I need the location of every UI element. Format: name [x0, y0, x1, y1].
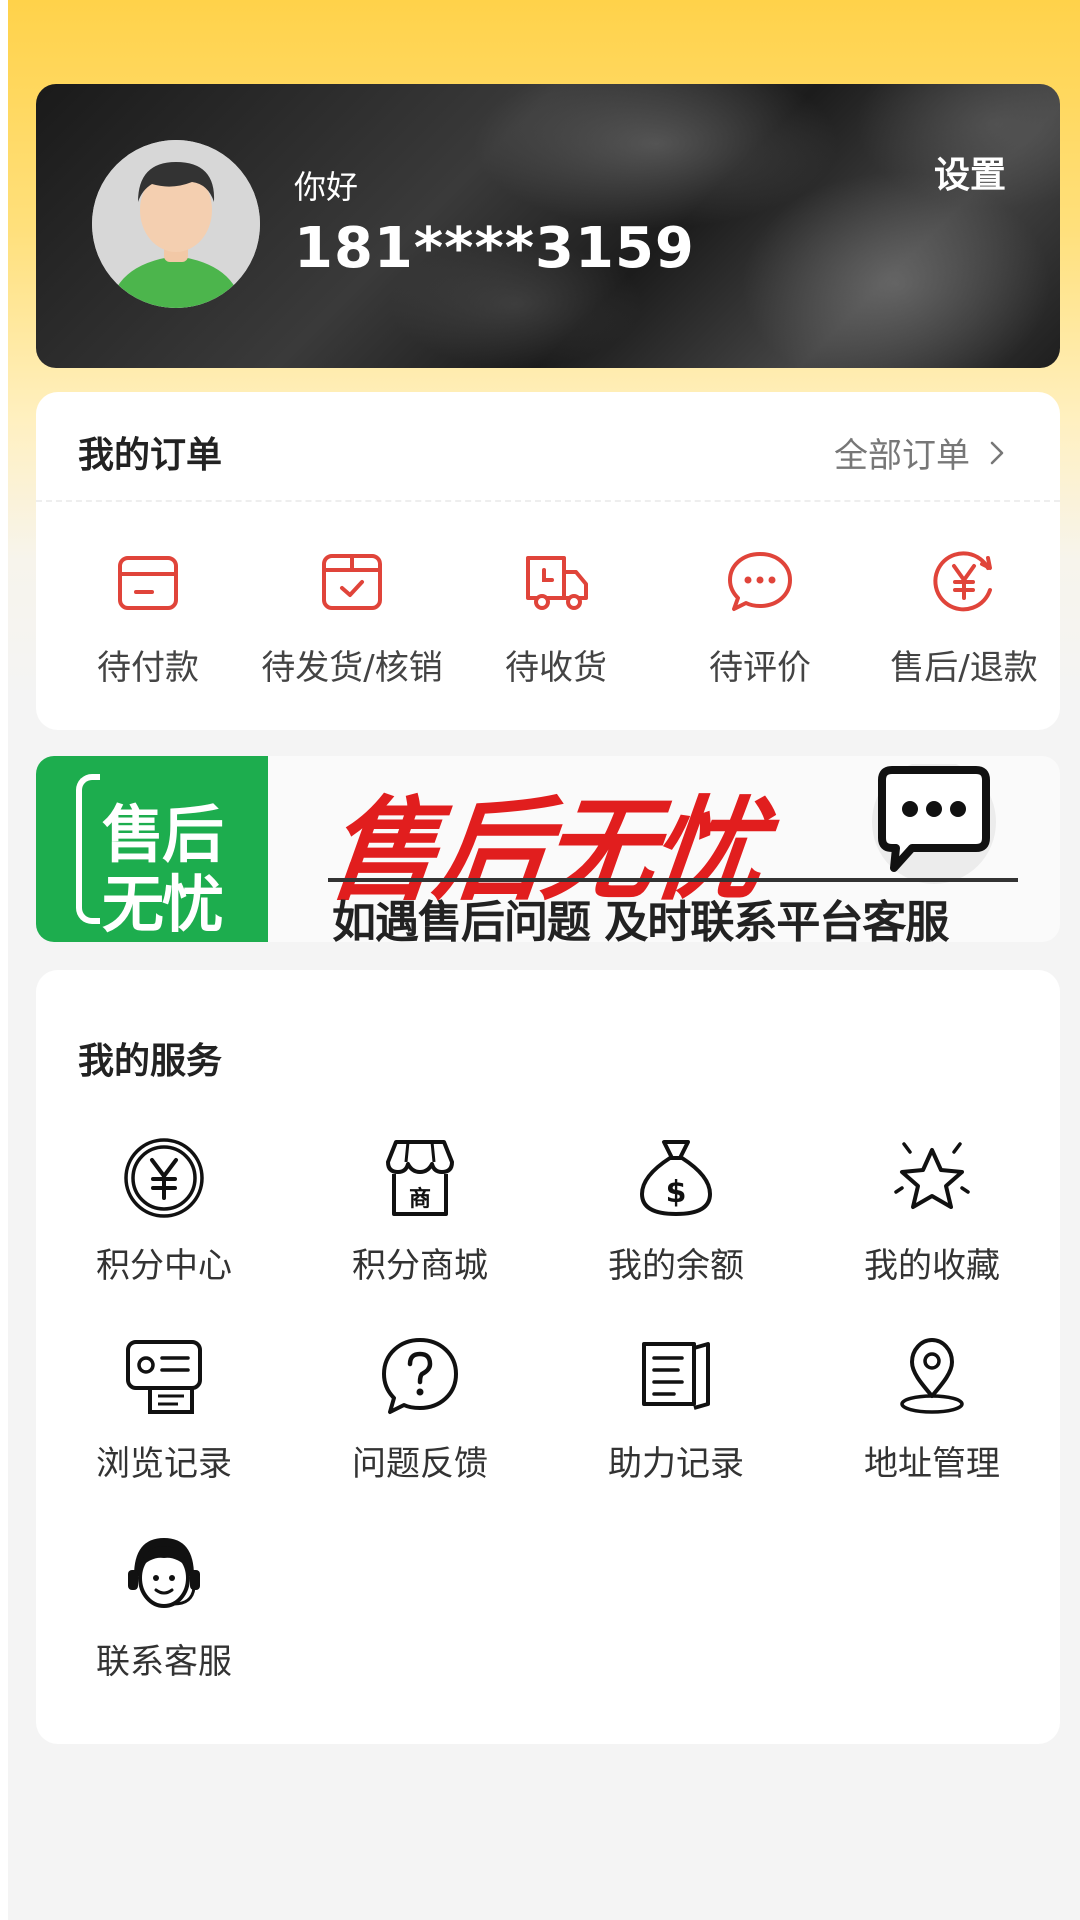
truck-icon	[526, 556, 588, 610]
service-label: 我的收藏	[864, 1246, 1000, 1286]
order-label: 售后/退款	[890, 648, 1038, 688]
service-label: 联系客服	[96, 1642, 232, 1682]
headset-agent-icon	[128, 1538, 200, 1608]
order-label: 待评价	[709, 648, 811, 688]
service-label: 我的余额	[608, 1246, 744, 1286]
service-label: 积分商城	[352, 1246, 488, 1286]
service-feedback[interactable]: 问题反馈	[292, 1334, 548, 1485]
book-icon	[642, 1342, 710, 1410]
settings-button[interactable]: 设置	[934, 146, 1006, 198]
page-background: 你好 181****3159 设置 我的订单 全部订单 待付款 待发货/核销 待…	[8, 0, 1080, 1920]
calendar-check-icon	[322, 554, 382, 610]
order-label: 待发货/核销	[261, 648, 443, 688]
chat-bubble-icon	[872, 764, 996, 884]
service-label: 浏览记录	[96, 1444, 232, 1484]
service-address-management[interactable]: 地址管理	[804, 1334, 1060, 1485]
question-bubble-icon	[382, 1338, 458, 1414]
star-icon	[894, 1142, 970, 1209]
phone-number: 181****3159	[294, 216, 695, 281]
service-label: 地址管理	[864, 1444, 1000, 1484]
service-points-mall[interactable]: 商 积分商城	[292, 1136, 548, 1287]
yen-coin-icon	[124, 1138, 204, 1218]
all-orders-link[interactable]: 全部订单	[834, 428, 1010, 477]
greeting-text: 你好	[294, 168, 359, 206]
wallet-icon	[118, 556, 178, 610]
service-label: 积分中心	[96, 1246, 232, 1286]
banner-bracket	[76, 774, 100, 924]
my-orders-card: 我的订单 全部订单 待付款 待发货/核销 待收货 待评价 售后/退款	[36, 392, 1060, 730]
svg-text:商: 商	[409, 1186, 431, 1212]
user-avatar-icon	[92, 140, 260, 308]
service-label: 助力记录	[608, 1444, 744, 1484]
after-sales-banner[interactable]: 售后 无忧 售后无忧 如遇售后问题 及时联系平台客服	[36, 756, 1060, 942]
all-orders-label: 全部订单	[834, 436, 970, 476]
banner-divider	[328, 878, 1018, 882]
service-assist-records[interactable]: 助力记录	[548, 1334, 804, 1485]
id-card-icon	[126, 1340, 202, 1414]
badge-line2: 无忧	[102, 868, 224, 941]
chat-dots-icon	[728, 552, 792, 611]
location-pin-icon	[900, 1338, 964, 1414]
shop-icon: 商	[386, 1140, 454, 1216]
service-contact-support[interactable]: 联系客服	[36, 1532, 292, 1683]
order-after-sales[interactable]: 售后/退款	[862, 546, 1066, 689]
order-pending-receipt[interactable]: 待收货	[454, 546, 658, 689]
order-label: 待付款	[97, 648, 199, 688]
order-pending-payment[interactable]: 待付款	[46, 546, 250, 689]
my-services-card: 我的服务 积分中心 商 积分商城 $ 我的余额 我的收藏 浏览记录 问题反馈 助…	[36, 970, 1060, 1744]
orders-title: 我的订单	[78, 435, 223, 476]
banner-badge: 售后 无忧	[36, 756, 268, 942]
yen-refund-icon	[933, 551, 992, 612]
profile-card: 你好 181****3159 设置	[36, 84, 1060, 368]
service-label: 问题反馈	[352, 1444, 488, 1484]
service-my-balance[interactable]: $ 我的余额	[548, 1136, 804, 1287]
avatar[interactable]	[92, 140, 260, 308]
order-pending-shipment[interactable]: 待发货/核销	[250, 546, 454, 689]
order-label: 待收货	[505, 648, 607, 688]
svg-text:$: $	[666, 1175, 687, 1210]
order-pending-review[interactable]: 待评价	[658, 546, 862, 689]
service-my-favorites[interactable]: 我的收藏	[804, 1136, 1060, 1287]
banner-subline: 如遇售后问题 及时联系平台客服	[332, 897, 949, 942]
orders-divider	[36, 500, 1060, 502]
money-bag-icon: $	[640, 1140, 712, 1216]
service-browse-history[interactable]: 浏览记录	[36, 1334, 292, 1485]
services-title: 我的服务	[78, 1041, 223, 1082]
left-edge-strip	[0, 0, 8, 1920]
service-points-center[interactable]: 积分中心	[36, 1136, 292, 1287]
chevron-right-icon	[990, 441, 1004, 464]
